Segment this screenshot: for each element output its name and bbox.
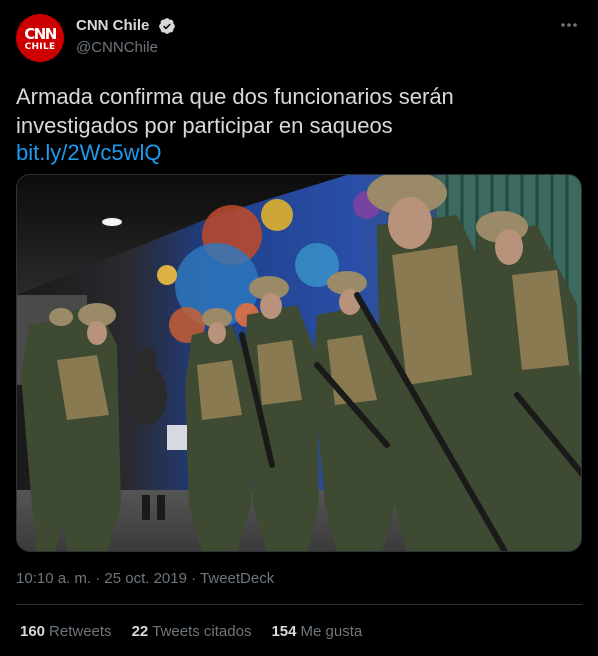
quotes-count: 22 [131, 623, 149, 640]
avatar[interactable]: CNN CHILE [16, 14, 64, 62]
tweet-meta: 10:10 a. m. · 25 oct. 2019 · TweetDeck [16, 570, 274, 587]
likes-stat[interactable]: 154 Me gusta [271, 623, 362, 640]
tweet: CNN CHILE CNN Chile @CNNChile Armada con… [0, 0, 598, 656]
chile-logo-text: CHILE [24, 41, 56, 52]
handle[interactable]: @CNNChile [76, 39, 158, 56]
display-name[interactable]: CNN Chile [76, 17, 149, 34]
tweet-source[interactable]: TweetDeck [200, 570, 274, 587]
likes-label: Me gusta [300, 623, 363, 640]
verified-badge-icon [159, 18, 175, 34]
quotes-label: Tweets citados [152, 623, 252, 640]
photo-soldiers-icon [17, 175, 581, 551]
meta-separator: · [186, 570, 201, 587]
cnn-logo-text: CNN [24, 24, 57, 43]
tweet-date[interactable]: 25 oct. 2019 [104, 570, 187, 587]
quotes-stat[interactable]: 22 Tweets citados [132, 623, 252, 640]
divider [16, 604, 582, 605]
meta-separator: · [91, 570, 105, 587]
retweets-label: Retweets [49, 623, 112, 640]
more-options-icon[interactable] [558, 14, 580, 36]
tweet-time[interactable]: 10:10 a. m. [16, 570, 91, 587]
tweet-photo[interactable] [16, 174, 582, 552]
tweet-stats: 160 Retweets 22 Tweets citados 154 Me gusta [20, 623, 382, 640]
tweet-link[interactable]: bit.ly/2Wc5wlQ [16, 138, 161, 167]
retweets-stat[interactable]: 160 Retweets [20, 623, 112, 640]
likes-count: 154 [271, 623, 297, 640]
retweets-count: 160 [20, 623, 46, 640]
tweet-text: Armada confirma que dos funcionarios ser… [16, 84, 454, 138]
